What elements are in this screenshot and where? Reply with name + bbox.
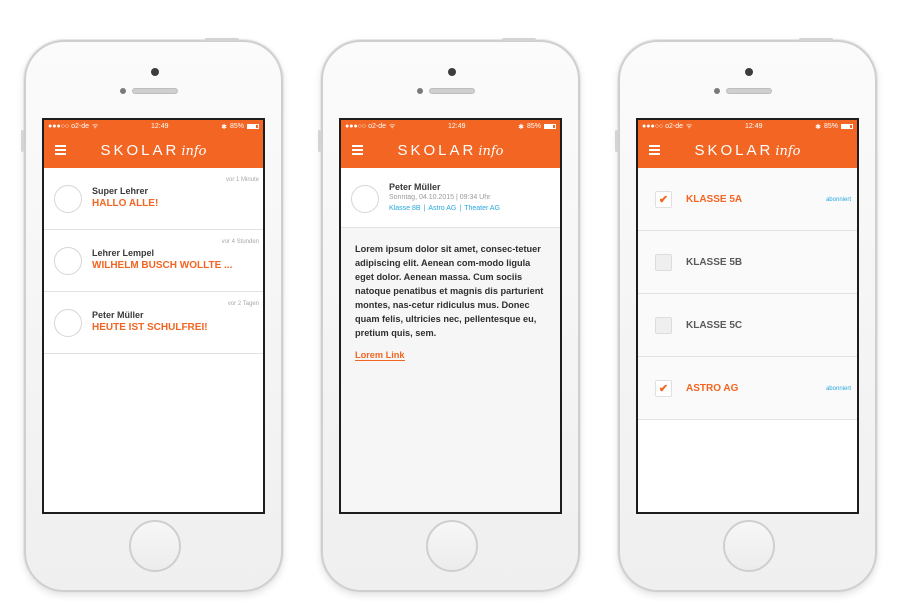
list-item[interactable]: vor 2 Tagen Peter Müller HEUTE IST SCHUL… <box>44 292 263 354</box>
subscription-item[interactable]: KLASSE 5C <box>638 294 857 357</box>
feed-author: Lehrer Lempel <box>92 248 155 258</box>
checkbox[interactable] <box>655 317 672 334</box>
feed-author: Peter Müller <box>92 310 144 320</box>
feed-time: vor 4 Stunden <box>221 239 259 245</box>
camera <box>151 68 159 76</box>
feed-time: vor 1 Minute <box>225 177 259 183</box>
post-date: Sonntag, 04.10.2015 | 09:34 Uhr <box>389 194 491 201</box>
carrier: ●●●○○ o2-de <box>642 123 683 130</box>
battery-icon <box>246 124 259 129</box>
phone-subscriptions: ●●●○○ o2-de ᯤ 12:49 ✱ 85% SKOLAR info ✔ KLA… <box>615 38 877 592</box>
subscription-label: ASTRO AG <box>686 383 739 394</box>
battery-percent: 85% <box>229 123 244 130</box>
subscription-status: abonniert <box>825 197 851 203</box>
bluetooth-icon: ✱ <box>518 123 524 131</box>
tag-link[interactable]: Klasse 8B <box>389 205 421 212</box>
post-tags: Klasse 8B | Astro AG | Theater AG <box>389 205 500 212</box>
subscription-item[interactable]: ✔ KLASSE 5A abonniert <box>638 168 857 231</box>
home-button[interactable] <box>426 520 478 572</box>
home-button[interactable] <box>723 520 775 572</box>
app-logo: SKOLAR info <box>397 142 504 159</box>
feed-list: vor 1 Minute Super Lehrer HALLO ALLE! vo… <box>44 168 263 354</box>
sensor <box>417 88 423 94</box>
wifi-icon: ᯤ <box>389 123 396 130</box>
bluetooth-icon: ✱ <box>815 123 821 131</box>
post-link[interactable]: Lorem Link <box>355 350 405 361</box>
avatar <box>54 185 82 213</box>
tag-link[interactable]: Theater AG <box>464 205 500 212</box>
post-author: Peter Müller <box>389 182 441 192</box>
app-header: SKOLAR info <box>44 133 263 168</box>
screen-feed: ●●●○○ o2-de ᯤ 12:49 ✱ 85% SKOLAR info vor 1… <box>42 118 265 514</box>
subscription-item[interactable]: ✔ ASTRO AG abonniert <box>638 357 857 420</box>
subscription-label: KLASSE 5B <box>686 257 743 268</box>
app-logo: SKOLAR info <box>100 142 207 159</box>
bluetooth-icon: ✱ <box>221 123 227 131</box>
home-button[interactable] <box>129 520 181 572</box>
feed-author: Super Lehrer <box>92 186 149 196</box>
battery-percent: 85% <box>526 123 541 130</box>
speaker <box>726 88 772 94</box>
menu-icon[interactable] <box>649 145 660 155</box>
menu-icon[interactable] <box>55 145 66 155</box>
feed-title: HALLO ALLE! <box>92 198 159 209</box>
status-bar: ●●●○○ o2-de ᯤ 12:49 ✱ 85% <box>341 120 560 133</box>
app-logo: SKOLAR info <box>694 142 801 159</box>
subscription-list: ✔ KLASSE 5A abonniert KLASSE 5B KLASSE 5… <box>638 168 857 420</box>
feed-title: WILHELM BUSCH WOLLTE ... <box>92 260 233 271</box>
wifi-icon: ᯤ <box>92 123 99 130</box>
speaker <box>429 88 475 94</box>
status-bar: ●●●○○ o2-de ᯤ 12:49 ✱ 85% <box>638 120 857 133</box>
camera <box>745 68 753 76</box>
battery-icon <box>840 124 853 129</box>
app-header: SKOLAR info <box>638 133 857 168</box>
subscription-label: KLASSE 5A <box>686 194 743 205</box>
menu-icon[interactable] <box>352 145 363 155</box>
status-time: 12:49 <box>150 123 169 130</box>
subscription-label: KLASSE 5C <box>686 320 743 331</box>
post-body: Lorem ipsum dolor sit amet, consec-tetue… <box>341 228 560 512</box>
status-time: 12:49 <box>447 123 466 130</box>
carrier: ●●●○○ o2-de <box>48 123 89 130</box>
status-time: 12:49 <box>744 123 763 130</box>
screen-detail: ●●●○○ o2-de ᯤ 12:49 ✱ 85% SKOLAR info Peter… <box>339 118 562 514</box>
status-bar: ●●●○○ o2-de ᯤ 12:49 ✱ 85% <box>44 120 263 133</box>
subscription-status: abonniert <box>825 386 851 392</box>
battery-percent: 85% <box>823 123 838 130</box>
check-icon: ✔ <box>658 194 669 206</box>
camera <box>448 68 456 76</box>
avatar <box>54 247 82 275</box>
sensor <box>714 88 720 94</box>
phone-detail: ●●●○○ o2-de ᯤ 12:49 ✱ 85% SKOLAR info Peter… <box>318 38 580 592</box>
checkbox[interactable]: ✔ <box>655 380 672 397</box>
app-header: SKOLAR info <box>341 133 560 168</box>
screen-subscriptions: ●●●○○ o2-de ᯤ 12:49 ✱ 85% SKOLAR info ✔ KLA… <box>636 118 859 514</box>
battery-icon <box>543 124 556 129</box>
tag-link[interactable]: Astro AG <box>428 205 456 212</box>
avatar <box>54 309 82 337</box>
wifi-icon: ᯤ <box>686 123 693 130</box>
check-icon: ✔ <box>658 383 669 395</box>
list-item[interactable]: vor 4 Stunden Lehrer Lempel WILHELM BUSC… <box>44 230 263 292</box>
post-header: Peter Müller Sonntag, 04.10.2015 | 09:34… <box>341 168 560 228</box>
checkbox[interactable] <box>655 254 672 271</box>
avatar <box>351 185 379 213</box>
carrier: ●●●○○ o2-de <box>345 123 386 130</box>
subscription-item[interactable]: KLASSE 5B <box>638 231 857 294</box>
checkbox[interactable]: ✔ <box>655 191 672 208</box>
phone-feed: ●●●○○ o2-de ᯤ 12:49 ✱ 85% SKOLAR info vor 1… <box>21 38 283 592</box>
speaker <box>132 88 178 94</box>
list-item[interactable]: vor 1 Minute Super Lehrer HALLO ALLE! <box>44 168 263 230</box>
sensor <box>120 88 126 94</box>
feed-time: vor 2 Tagen <box>227 301 259 307</box>
post-text: Lorem ipsum dolor sit amet, consec-tetue… <box>355 244 544 338</box>
feed-title: HEUTE IST SCHULFREI! <box>92 322 208 333</box>
